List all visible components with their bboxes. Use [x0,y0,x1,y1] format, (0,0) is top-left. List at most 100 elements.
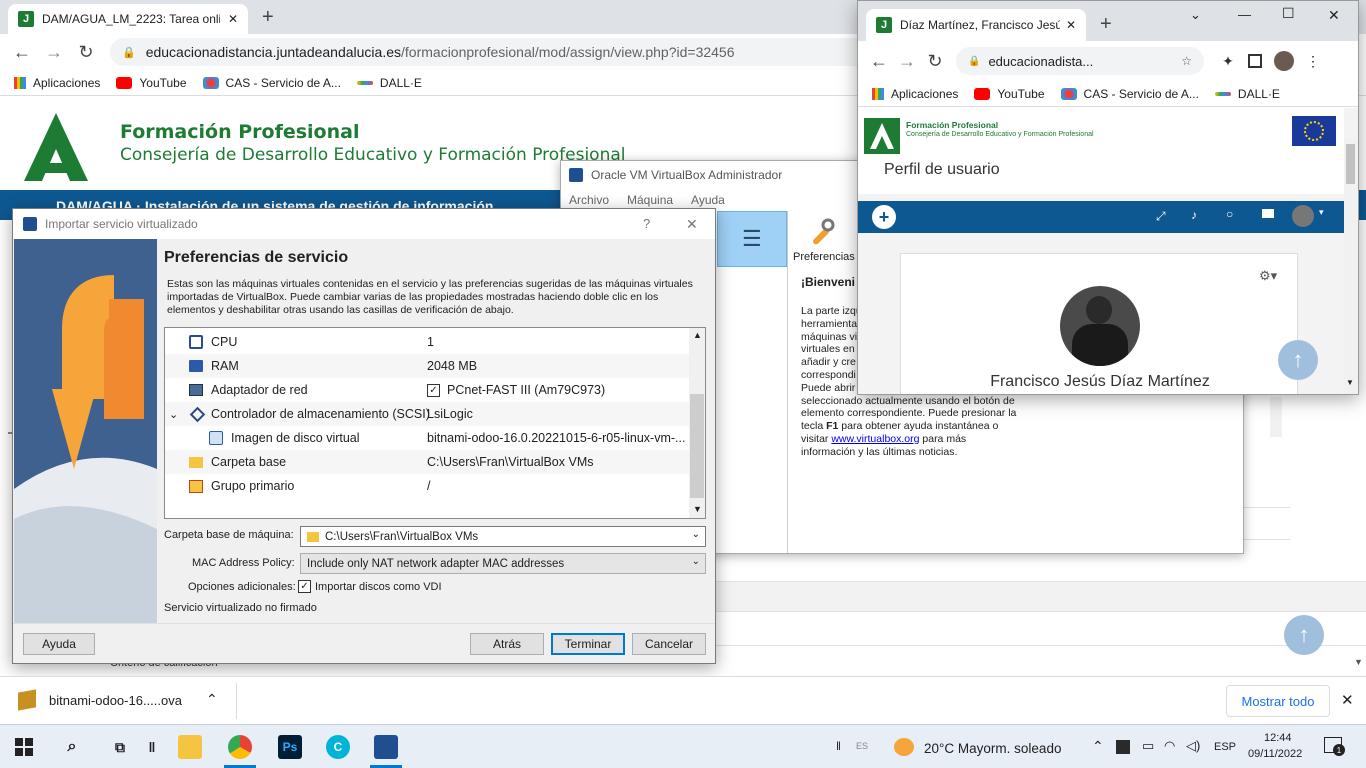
menu-dots-icon[interactable]: ⋮ [1306,53,1320,70]
bookmark-apps[interactable]: Aplicaciones [14,76,100,90]
scroll-down-icon[interactable]: ▼ [1354,657,1363,667]
bell-icon[interactable]: ♪ [1191,208,1197,222]
scroll-up-icon[interactable]: ▲ [693,330,702,340]
input-language[interactable]: ES [856,741,868,751]
tree-row-base-folder[interactable]: Carpeta base C:\Users\Fran\VirtualBox VM… [165,450,689,474]
menu-ayuda[interactable]: Ayuda [691,193,725,207]
close-tab-icon[interactable]: ✕ [1066,18,1076,32]
chat-icon[interactable]: ○ [1226,207,1233,221]
file-explorer-icon[interactable] [178,735,202,759]
menu-archivo[interactable]: Archivo [569,193,609,207]
preferences-wrench-icon[interactable] [806,217,836,247]
bookmark-youtube[interactable]: YouTube [974,87,1045,101]
show-all-button[interactable]: Mostrar todo [1226,685,1330,717]
new-tab-button[interactable]: + [1100,13,1112,36]
windows-start-icon[interactable] [12,735,36,759]
back-icon[interactable]: ← [868,51,890,72]
network-checkbox[interactable]: ✓ [427,383,440,397]
preferences-label[interactable]: Preferencias [793,251,855,263]
chevron-down-icon[interactable]: ⌄ [169,408,178,421]
scroll-top-button[interactable]: ↑ [1284,615,1324,655]
volume-icon[interactable]: ◁) [1186,738,1200,754]
weather-text[interactable]: 20°C Mayorm. soleado [924,741,1061,756]
widgets-icon[interactable]: ‖ [140,735,164,759]
bookmark-dalle[interactable]: DALL·E [1214,87,1280,101]
import-vdi-label[interactable]: Importar discos como VDI [315,581,442,593]
star-icon[interactable]: ☆ [1181,54,1192,68]
search-icon[interactable]: ⌕ [60,735,84,759]
forward-icon[interactable]: → [42,42,66,63]
close-tab-icon[interactable]: ✕ [228,12,238,26]
scroll-thumb[interactable] [1346,144,1355,184]
clock-time[interactable]: 12:44 [1264,732,1292,744]
sidepanel-icon[interactable] [1248,54,1262,68]
bookmark-cas[interactable]: CAS - Servicio de A... [1060,87,1199,101]
finish-button[interactable]: Terminar [551,633,625,655]
chrome-icon[interactable] [228,735,252,759]
forward-icon[interactable]: → [896,51,918,72]
caret-down-icon[interactable]: ▾ [1319,207,1324,218]
back-icon[interactable]: ← [10,42,34,63]
download-menu-chevron-icon[interactable]: ⌃ [206,691,218,708]
bookmark-cas[interactable]: CAS - Servicio de A... [202,76,341,90]
tree-row-cpu[interactable]: CPU 1 [165,330,689,354]
close-download-bar-button[interactable]: ✕ [1341,691,1354,709]
reload-icon[interactable]: ↻ [74,42,98,63]
weather-icon[interactable] [894,738,914,756]
scroll-down-icon[interactable]: ▼ [1346,378,1354,387]
mac-policy-select[interactable]: Include only NAT network adapter MAC add… [300,553,706,574]
tree-row-ram[interactable]: RAM 2048 MB [165,354,689,378]
scroll-thumb[interactable] [690,394,704,498]
download-filename[interactable]: bitnami-odoo-16.....ova [49,693,182,708]
notification-icon[interactable]: 1 [1324,737,1345,756]
tab-profile[interactable]: J Díaz Martínez, Francisco Jesús ✕ [866,9,1086,41]
settings-gear-icon[interactable]: ⚙▾ [1259,268,1277,284]
appliance-settings-tree[interactable]: CPU 1 RAM 2048 MB Adaptador de red ✓ PCn… [164,327,706,519]
maximize-button[interactable]: ☐ [1282,5,1295,22]
tab-search-icon[interactable]: ⌄ [1190,7,1201,23]
machine-folder-combo[interactable]: C:\Users\Fran\VirtualBox VMs ⌄ [300,526,706,547]
tray-chevron-icon[interactable]: ⌃ [1092,738,1104,755]
scroll-down-icon[interactable]: ▼ [693,504,702,514]
virtualbox-link[interactable]: www.virtualbox.org [831,433,919,445]
import-vdi-checkbox[interactable]: ✓ [298,580,311,593]
scrollbar-2[interactable]: ▼ [1344,138,1357,394]
address-bar-2[interactable]: 🔒 educacionadista... ☆ [956,47,1204,75]
tab-assignment[interactable]: J DAM/AGUA_LM_2223: Tarea onlin ✕ [8,4,248,34]
help-button[interactable]: Ayuda [23,633,95,655]
tree-row-group[interactable]: Grupo primario / [165,474,689,498]
close-dialog-button[interactable]: ✕ [686,216,698,233]
canva-icon[interactable]: C [326,735,350,759]
back-button[interactable]: Atrás [470,633,544,655]
photoshop-icon[interactable]: Ps [278,735,302,759]
language-indicator[interactable]: ESP [1214,741,1236,753]
scroll-top-button[interactable]: ↑ [1278,340,1318,380]
tree-row-storage[interactable]: ⌄ Controlador de almacenamiento (SCSI) L… [165,402,689,426]
virtualbox-taskbar-icon[interactable] [374,735,398,759]
task-view-icon[interactable]: ⧉ [108,735,132,759]
bookmark-dalle[interactable]: DALL·E [356,76,422,90]
help-title-button[interactable]: ? [643,216,650,231]
user-avatar[interactable] [1292,205,1314,227]
tools-selector[interactable]: ☰ [717,211,787,267]
new-tab-button[interactable]: + [262,6,274,29]
minimize-button[interactable]: — [1238,7,1251,22]
network-tray-icon[interactable]: ▭ [1142,738,1154,754]
tree-scrollbar[interactable]: ▲ ▼ [689,328,705,518]
profile-avatar[interactable] [1274,51,1294,71]
extensions-icon[interactable]: ✦ [1218,53,1238,70]
cancel-button[interactable]: Cancelar [632,633,706,655]
clock-date[interactable]: 09/11/2022 [1248,748,1302,760]
bookmark-apps[interactable]: Aplicaciones [872,87,958,101]
address-bar[interactable]: 🔒 educacionadistancia.juntadeandalucia.e… [110,38,870,66]
tree-row-disk[interactable]: Imagen de disco virtual bitnami-odoo-16.… [165,426,689,450]
menu-maquina[interactable]: Máquina [627,193,673,207]
fullscreen-icon[interactable]: ⤢ [1156,209,1166,224]
mail-icon[interactable] [1262,209,1274,218]
bookmark-youtube[interactable]: YouTube [116,76,187,90]
add-icon[interactable]: + [872,205,896,229]
tree-row-network[interactable]: Adaptador de red ✓ PCnet-FAST III (Am79C… [165,378,689,402]
tray-app-icon[interactable] [1116,740,1130,754]
reload-icon[interactable]: ↻ [924,51,946,72]
close-window-button[interactable]: ✕ [1328,7,1340,24]
